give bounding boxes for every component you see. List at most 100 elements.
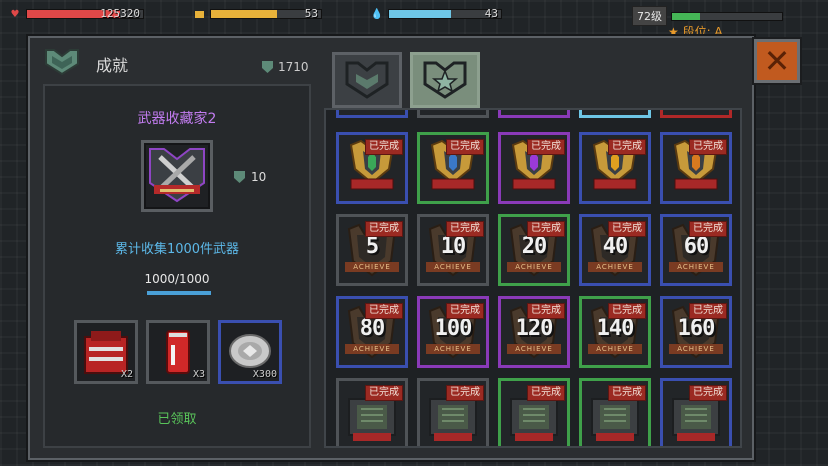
achievement-cell[interactable]: 20 ACHIEVE 已完成 [498,214,570,286]
reward-shield-icon [234,171,245,183]
reward-item[interactable]: X2 [74,320,138,384]
completed-badge: 已完成 [689,385,727,401]
reward-points: 10 [234,170,266,184]
achievement-count: 160 [677,316,716,341]
achievement-cell[interactable]: 已完成 [417,132,489,204]
achievement-cell[interactable]: 已完成 [579,378,651,446]
achievement-cell[interactable] [660,110,732,118]
completed-badge: 已完成 [365,139,403,155]
achievement-count: 60 [683,234,710,259]
tab-star[interactable] [410,52,480,108]
status-hud: ♥ 125320 53 💧 43 72级 ★ 段位: A [0,0,828,39]
achievement-grid[interactable]: 已完成 已完成 已完成 已完成 已完成 5 ACHIEVE 已完成 10 ACHIEV… [324,108,742,448]
achievement-count: 20 [521,234,548,259]
crossed-weapons-icon [149,148,205,203]
reward-qty: X300 [252,369,277,380]
completed-badge: 已完成 [527,385,565,401]
achievement-count: 10 [440,234,467,259]
achievements-panel: 成就 1710 武器收藏家2 10 累计收集1000件武器 1000/1000 [28,36,754,460]
achievement-shield-icon [45,49,79,76]
close-button[interactable]: ✕ [754,39,800,83]
completed-badge: 已完成 [446,303,484,319]
level-label: 72级 [632,6,667,26]
achievement-cell[interactable]: 已完成 [498,132,570,204]
completed-badge: 已完成 [527,139,565,155]
star-shield-icon [423,61,467,99]
completed-badge: 已完成 [608,303,646,319]
completed-badge: 已完成 [446,139,484,155]
close-icon: ✕ [763,42,791,80]
completed-badge: 已完成 [608,385,646,401]
achievement-count: 140 [596,316,635,341]
achievement-count: 120 [515,316,554,341]
achieve-ribbon: ACHIEVE [507,262,561,272]
xp-bar-fill [672,12,700,20]
reward-qty: X2 [120,369,133,380]
health-value: 125320 [100,7,140,20]
completed-badge: 已完成 [365,221,403,237]
achievement-cell[interactable]: 160 ACHIEVE 已完成 [660,296,732,368]
claim-status: 已领取 [157,412,197,427]
achieve-ribbon: ACHIEVE [588,262,642,272]
energy-stat: 53 [192,7,322,21]
achieve-ribbon: ACHIEVE [669,262,723,272]
reward-qty: X3 [192,369,205,380]
achievement-points: 1710 [262,60,309,74]
completed-badge: 已完成 [446,221,484,237]
achievement-progress-bar [147,291,211,295]
achieve-ribbon: ACHIEVE [669,344,723,354]
achievement-cell[interactable]: 已完成 [417,378,489,446]
achievement-cell[interactable]: 已完成 [498,378,570,446]
achievement-cell[interactable]: 100 ACHIEVE 已完成 [417,296,489,368]
achievement-cell[interactable]: 已完成 [336,132,408,204]
health-bar: 125320 [26,7,144,20]
achievement-count: 40 [602,234,629,259]
energy-bar: 53 [210,7,322,20]
achievement-cell[interactable]: 已完成 [660,132,732,204]
water-drop-icon: 💧 [370,8,384,20]
heart-icon: ♥ [10,8,20,20]
achievement-points-value: 1710 [278,60,309,74]
achievement-name: 武器收藏家2 [137,111,217,127]
completed-badge: 已完成 [446,385,484,401]
reward-item[interactable]: X3 [146,320,210,384]
achieve-ribbon: ACHIEVE [345,262,399,272]
achievement-cell[interactable]: 10 ACHIEVE 已完成 [417,214,489,286]
achievement-detail: 武器收藏家2 10 累计收集1000件武器 1000/1000 X2 X3 X3… [43,84,311,448]
completed-badge: 已完成 [527,221,565,237]
achievement-cell[interactable]: 140 ACHIEVE 已完成 [579,296,651,368]
achievement-cell[interactable]: 120 ACHIEVE 已完成 [498,296,570,368]
achievement-cell[interactable]: 已完成 [660,378,732,446]
battery-icon [192,7,206,21]
completed-badge: 已完成 [365,303,403,319]
xp-bar [671,11,783,21]
water-bar: 43 [388,7,502,20]
tab-shield[interactable] [332,52,402,108]
achievement-count: 80 [359,316,386,341]
energy-bar-fill [211,10,277,18]
achievement-cell[interactable]: 40 ACHIEVE 已完成 [579,214,651,286]
achievement-cell[interactable]: 已完成 [579,132,651,204]
reward-item[interactable]: X300 [218,320,282,384]
achievement-cell[interactable]: 80 ACHIEVE 已完成 [336,296,408,368]
achievement-count: 100 [434,316,473,341]
achieve-ribbon: ACHIEVE [426,262,480,272]
completed-badge: 已完成 [689,221,727,237]
achievement-cell[interactable]: 已完成 [336,378,408,446]
achieve-ribbon: ACHIEVE [588,344,642,354]
completed-badge: 已完成 [689,139,727,155]
achievement-cell[interactable] [498,110,570,118]
achievement-progress-fill [147,291,211,295]
achievement-cell[interactable]: 5 ACHIEVE 已完成 [336,214,408,286]
achievement-cell[interactable] [336,110,408,118]
achievement-cell[interactable] [417,110,489,118]
energy-value: 53 [304,7,318,20]
completed-badge: 已完成 [608,139,646,155]
achievement-count: 5 [365,234,379,259]
completed-badge: 已完成 [365,385,403,401]
completed-badge: 已完成 [689,303,727,319]
achievement-cell[interactable]: 60 ACHIEVE 已完成 [660,214,732,286]
achievement-cell[interactable] [579,110,651,118]
achieve-ribbon: ACHIEVE [507,344,561,354]
water-value: 43 [484,7,498,20]
